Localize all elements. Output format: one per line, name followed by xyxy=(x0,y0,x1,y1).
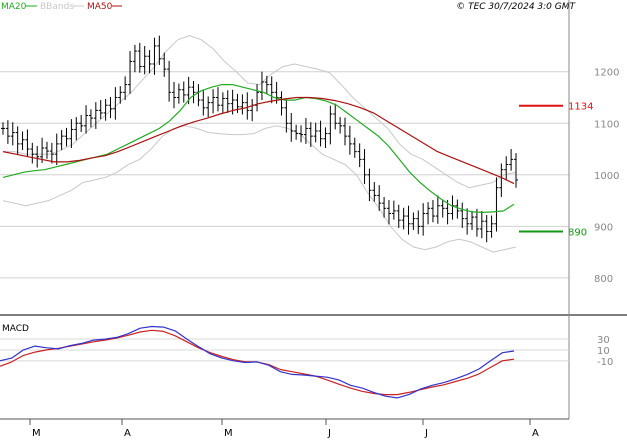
price-level-label: 1134 xyxy=(568,102,593,113)
copyright-text: © TEC 30/7/2024 3:0 GMT xyxy=(456,2,576,12)
price-panel: 800 900 1000 1100 1200 1134 890 xyxy=(0,15,619,314)
macd-lines xyxy=(0,325,515,399)
x-axis-tick-label: J xyxy=(424,428,428,439)
macd-y-tick-label: 10 xyxy=(597,346,610,357)
price-y-tick-label: 900 xyxy=(594,222,613,233)
price-y-tick-label: 1200 xyxy=(594,68,619,79)
x-axis-tick-label: A xyxy=(124,428,131,439)
price-y-tick-label: 800 xyxy=(594,274,613,285)
price-y-tick-label: 1000 xyxy=(594,171,619,182)
x-axis-tick-label: M xyxy=(224,428,233,439)
chart-legend: MA20 BBands MA50 xyxy=(1,2,122,12)
x-axis-tick-label: A xyxy=(532,428,539,439)
price-y-tick-label: 1100 xyxy=(594,119,619,130)
macd-line xyxy=(0,325,515,399)
price-level-label: 890 xyxy=(568,228,587,239)
macd-title: MACD xyxy=(2,324,29,334)
legend-ma20-label: MA20 xyxy=(1,2,27,12)
macd-y-tick-label: 30 xyxy=(597,335,610,346)
legend-bbands-label: BBands xyxy=(40,2,74,12)
x-axis-tick-label: J xyxy=(327,428,331,439)
x-axis-tick-label: M xyxy=(32,428,41,439)
chart-stage: MA20 BBands MA50 © TEC 30/7/2024 3:0 GMT… xyxy=(0,0,627,440)
price-plot-area xyxy=(0,15,569,314)
legend-ma50-label: MA50 xyxy=(87,2,113,12)
x-axis: MAMJJA xyxy=(29,419,539,439)
macd-y-axis: 3010-10 xyxy=(597,335,613,368)
macd-panel: MACD 3010-10 xyxy=(0,324,613,399)
macd-y-tick-label: -10 xyxy=(597,357,613,368)
price-y-axis: 800 900 1000 1100 1200 xyxy=(594,68,619,285)
stock-chart: MA20 BBands MA50 © TEC 30/7/2024 3:0 GMT… xyxy=(0,0,627,439)
